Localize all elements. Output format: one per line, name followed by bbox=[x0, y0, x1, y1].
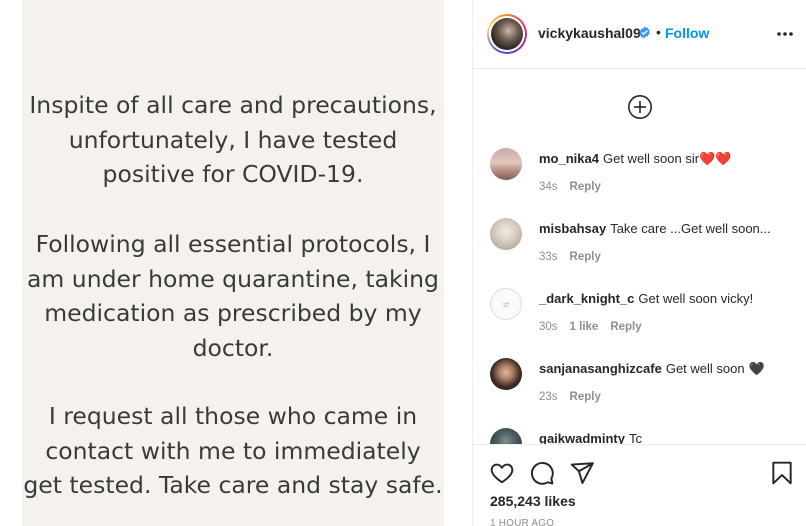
comment-text: Tc bbox=[628, 431, 642, 444]
post-timestamp: 1 HOUR AGO bbox=[490, 518, 555, 526]
avatar[interactable] bbox=[490, 428, 522, 444]
post-header: vickykaushal09 • Follow bbox=[473, 0, 806, 69]
comments-list[interactable]: mo_nika4 Get well soon sir❤️❤️ 34s Reply m… bbox=[473, 136, 806, 444]
avatar[interactable]: ≠ bbox=[490, 288, 522, 320]
comment-item: ≠ _dark_knight_c Get well soon vicky! 30s… bbox=[473, 288, 806, 358]
heart-emoji-icon: ❤️❤️ bbox=[699, 152, 732, 167]
more-options-icon[interactable] bbox=[775, 28, 795, 40]
comment-text: Take care ...Get well soon... bbox=[610, 221, 771, 236]
post-paragraph-1: Inspite of all care and precautions, unf… bbox=[29, 91, 437, 189]
follow-button[interactable]: Follow bbox=[665, 25, 709, 41]
comment-age: 23s bbox=[539, 391, 558, 403]
comment-age: 30s bbox=[539, 321, 558, 333]
reply-button[interactable]: Reply bbox=[610, 321, 641, 333]
comment-username[interactable]: _dark_knight_c bbox=[539, 291, 634, 306]
left-gutter bbox=[0, 0, 22, 526]
svg-text:≠: ≠ bbox=[502, 299, 511, 311]
comment-username[interactable]: misbahsay bbox=[539, 221, 606, 236]
paper-plane-icon[interactable] bbox=[569, 460, 595, 486]
author-username[interactable]: vickykaushal09 bbox=[538, 25, 641, 41]
comment-item: sanjanasanghizcafe Get well soon 🖤 23s Repl… bbox=[473, 358, 806, 428]
avatar[interactable] bbox=[490, 218, 522, 250]
comment-text: Get well soon vicky! bbox=[638, 291, 754, 306]
avatar[interactable] bbox=[490, 148, 522, 180]
reply-button[interactable]: Reply bbox=[570, 391, 601, 403]
comment-text: Get well soon sir bbox=[602, 151, 700, 166]
load-more-comments-icon[interactable] bbox=[627, 94, 653, 120]
comment-username[interactable]: gaikwadminty bbox=[539, 431, 625, 444]
comment-age: 34s bbox=[539, 181, 558, 193]
right-gutter bbox=[444, 0, 472, 526]
comment-username[interactable]: sanjanasanghizcafe bbox=[539, 361, 662, 376]
comment-item: mo_nika4 Get well soon sir❤️❤️ 34s Reply bbox=[473, 148, 806, 218]
comment-item: misbahsay Take care ...Get well soon... 3… bbox=[473, 218, 806, 288]
avatar[interactable] bbox=[490, 358, 522, 390]
comment-age: 33s bbox=[539, 251, 558, 263]
comment-username[interactable]: mo_nika4 bbox=[539, 151, 599, 166]
comment-likes[interactable]: 1 like bbox=[570, 321, 599, 333]
post-image: Inspite of all care and precautions, unf… bbox=[22, 0, 444, 526]
reply-button[interactable]: Reply bbox=[570, 251, 601, 263]
avatar[interactable] bbox=[487, 14, 527, 54]
comment-text: Get well soon bbox=[665, 361, 745, 376]
reply-button[interactable]: Reply bbox=[570, 181, 601, 193]
verified-badge-icon bbox=[639, 26, 650, 39]
heart-icon[interactable] bbox=[489, 460, 515, 486]
header-separator: • bbox=[656, 24, 661, 40]
black-heart-emoji-icon: 🖤 bbox=[748, 362, 765, 377]
post-paragraph-3: I request all those who came in contact … bbox=[23, 402, 443, 500]
default-avatar-icon: ≠ bbox=[502, 299, 511, 311]
comment-item: gaikwadminty Tc bbox=[473, 428, 806, 444]
post-actions: 285,243 likes 1 HOUR AGO bbox=[473, 444, 806, 526]
likes-count[interactable]: 285,243 likes bbox=[490, 493, 576, 509]
comment-icon[interactable] bbox=[529, 460, 555, 486]
bookmark-icon[interactable] bbox=[769, 460, 795, 486]
post-paragraph-2: Following all essential protocols, I am … bbox=[27, 230, 439, 362]
post-side-panel: vickykaushal09 • Follow mo_nika4 Get well… bbox=[472, 0, 806, 526]
